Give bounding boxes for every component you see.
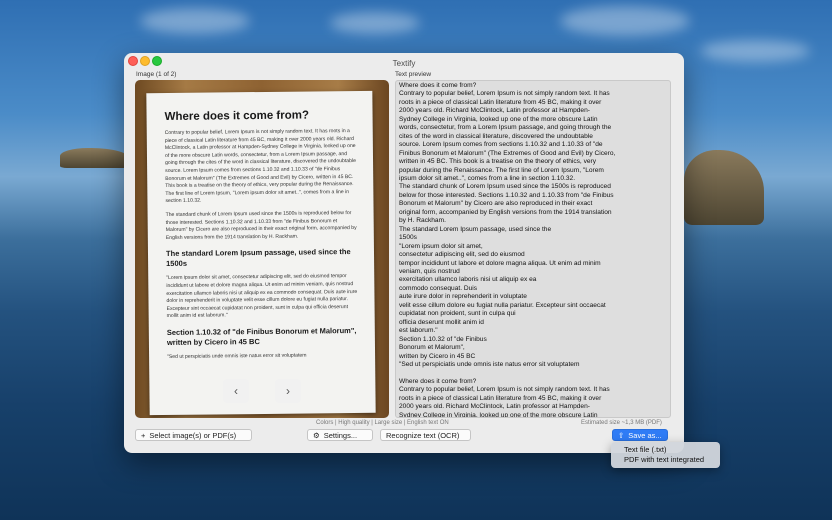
text-preview-line: Contrary to popular belief, Lorem Ipsum … xyxy=(399,90,610,98)
text-preview-line: 1500s xyxy=(399,234,417,242)
gear-icon: ⚙ xyxy=(313,431,320,440)
text-preview-line: by H. Rackham. xyxy=(399,217,446,225)
text-preview-line: original form, accompanied by English ve… xyxy=(399,208,612,216)
zoom-window-button[interactable] xyxy=(152,56,162,66)
save-as-button[interactable]: ⇧ Save as... xyxy=(612,429,668,441)
text-preview-line: "Sed ut perspiciatis unde omnis iste nat… xyxy=(399,360,580,368)
text-preview-line: velit esse cillum dolore eu fugiat nulla… xyxy=(399,301,606,309)
text-preview-line: 2000 years old. Richard McClintock, Lati… xyxy=(399,107,590,115)
text-preview-line: Finibus Bonorum et Malorum" (The Extreme… xyxy=(399,149,616,157)
text-preview-line: roots in a piece of classical Latin lite… xyxy=(399,394,602,402)
text-preview-line: Section 1.10.32 of "de Finibus xyxy=(399,335,487,343)
text-preview-line: below for those interested. Sections 1.1… xyxy=(399,191,614,199)
select-files-label: Select image(s) or PDF(s) xyxy=(149,431,237,440)
settings-label: Settings... xyxy=(323,431,358,440)
text-preview-line: written in 45 BC. This book is a treatis… xyxy=(399,158,597,166)
text-preview-line: est laborum." xyxy=(399,327,438,335)
text-preview-line: aute irure dolor in reprehenderit in vol… xyxy=(399,293,527,301)
text-preview-line: words, consectetur, from a Lorem Ipsum p… xyxy=(399,124,612,132)
text-preview-line: tempor incididunt ut labore et dolore ma… xyxy=(399,259,601,267)
text-preview-line: Sydney College in Virginia, looked up on… xyxy=(399,411,598,418)
text-preview-label: Text preview xyxy=(395,71,432,78)
settings-summary: Colors | High quality | Large size | Eng… xyxy=(316,420,449,426)
chevron-left-icon: ‹ xyxy=(234,384,238,398)
scanned-document: Where does it come from? Contrary to pop… xyxy=(146,90,376,416)
text-preview-line: veniam, quis nostrud xyxy=(399,267,460,275)
doc-subheading: The standard Lorem Ipsum passage, used s… xyxy=(165,247,351,269)
plus-icon: + xyxy=(141,431,146,440)
menu-item-pdf-with-text[interactable]: PDF with text integrated xyxy=(611,455,720,465)
text-preview-line: officia deserunt mollit anim id xyxy=(399,318,484,326)
text-preview-line: "Lorem ipsum dolor sit amet, xyxy=(399,242,483,250)
text-preview-line: 2000 years old. Richard McClintock, Lati… xyxy=(399,403,590,411)
minimize-window-button[interactable] xyxy=(140,56,150,66)
select-files-button[interactable]: + Select image(s) or PDF(s) xyxy=(135,429,252,441)
save-format-menu: Text file (.txt) PDF with text integrate… xyxy=(611,442,720,468)
text-preview-line: The standard Lorem Ipsum passage, used s… xyxy=(399,225,552,233)
next-image-button[interactable]: › xyxy=(275,379,301,403)
previous-image-button[interactable]: ‹ xyxy=(223,379,249,403)
text-preview-line: commodo consequat. Duis xyxy=(399,284,478,292)
text-preview-line: ipsum dolor sit amet..", comes from a li… xyxy=(399,174,576,182)
image-label: Image (1 of 2) xyxy=(136,71,177,78)
save-as-label: Save as... xyxy=(628,431,662,440)
text-preview-line: consectetur adipiscing elit, sed do eius… xyxy=(399,251,525,259)
estimated-size: Estimated size ~1,3 MB (PDF) xyxy=(581,420,662,426)
text-preview-line: source. Lorem Ipsum comes from sections … xyxy=(399,141,603,149)
recognize-text-label: Recognize text (OCR) xyxy=(386,431,460,440)
text-preview-line: Bonorum et Malorum" by Cicero are also r… xyxy=(399,200,593,208)
text-preview-line: cites of the word in classical literatur… xyxy=(399,132,593,140)
text-preview-line: Where does it come from? xyxy=(399,377,477,385)
doc-paragraph: The standard chunk of Lorem Ipsum used s… xyxy=(165,209,357,241)
text-preview-line: roots in a piece of classical Latin lite… xyxy=(399,98,602,106)
text-preview-line: exercitation ullamco laboris nisi ut ali… xyxy=(399,276,537,284)
settings-button[interactable]: ⚙ Settings... xyxy=(307,429,373,441)
text-preview-line xyxy=(399,369,667,377)
text-preview-line: The standard chunk of Lorem Ipsum used s… xyxy=(399,183,611,191)
menu-item-text-file[interactable]: Text file (.txt) xyxy=(611,445,720,455)
doc-subheading: Section 1.10.32 of "de Finibus Bonorum e… xyxy=(166,325,357,347)
text-preview-line: popular during the Renaissance. The firs… xyxy=(399,166,604,174)
text-preview-area[interactable]: Where does it come from? Contrary to popu… xyxy=(395,80,671,418)
doc-paragraph: "Lorem ipsum dolor sit amet, consectetur… xyxy=(166,273,358,320)
recognize-text-button[interactable]: Recognize text (OCR) xyxy=(380,429,471,441)
text-preview-line: Sydney College in Virginia, looked up on… xyxy=(399,115,598,123)
share-icon: ⇧ xyxy=(618,431,625,440)
doc-paragraph: "Sed ut perspiciatis unde omnis iste nat… xyxy=(167,352,307,360)
doc-heading: Where does it come from? xyxy=(164,109,310,124)
text-preview-line: cupidatat non proident, sunt in culpa qu… xyxy=(399,310,516,318)
text-preview-line: Where does it come from? xyxy=(399,82,477,89)
image-preview: Where does it come from? Contrary to pop… xyxy=(135,80,389,418)
chevron-right-icon: › xyxy=(286,384,290,398)
text-preview-line: Contrary to popular belief, Lorem Ipsum … xyxy=(399,386,610,394)
text-preview-line: Bonorum et Malorum", xyxy=(399,344,465,352)
textify-window: Textify Image (1 of 2) Text preview Wher… xyxy=(124,53,684,453)
text-preview-line: written by Cicero in 45 BC xyxy=(399,352,476,360)
close-window-button[interactable] xyxy=(128,56,138,66)
doc-paragraph: Contrary to popular belief, Lorem Ipsum … xyxy=(164,128,356,205)
title-bar[interactable]: Textify xyxy=(124,53,684,68)
window-title: Textify xyxy=(392,59,416,68)
